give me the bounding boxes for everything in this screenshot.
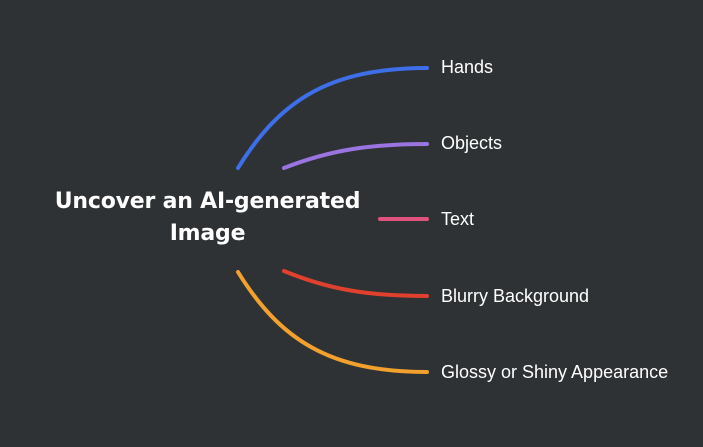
central-topic-line-2: Image xyxy=(169,221,246,246)
branch-label-glossy-appearance[interactable]: Glossy or Shiny Appearance xyxy=(441,361,668,383)
mind-map-canvas: Uncover an AI-generated Image Hands Obje… xyxy=(0,0,703,447)
branch-label-objects[interactable]: Objects xyxy=(441,132,502,154)
central-topic[interactable]: Uncover an AI-generated Image xyxy=(40,186,375,250)
branch-label-text[interactable]: Text xyxy=(441,208,474,230)
branch-connector-blurry-background xyxy=(282,269,429,298)
branch-label-hands[interactable]: Hands xyxy=(441,56,493,78)
branch-connector-objects xyxy=(282,142,429,170)
central-topic-line-1: Uncover an AI-generated xyxy=(54,189,361,214)
branch-label-blurry-background[interactable]: Blurry Background xyxy=(441,285,589,307)
